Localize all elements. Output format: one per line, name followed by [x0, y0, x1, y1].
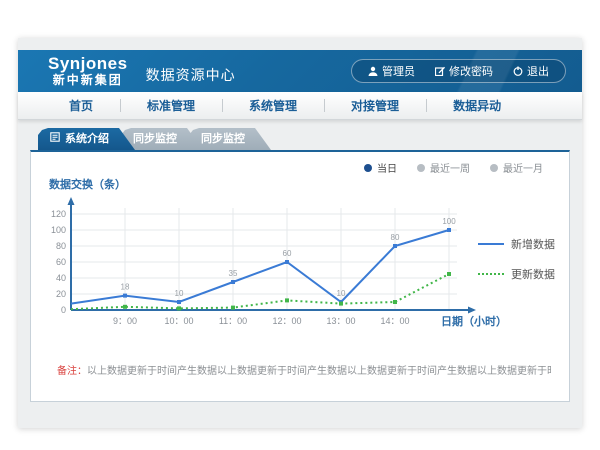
logo-brand-en: Synjones — [48, 55, 128, 74]
nav-item-interface-mgmt[interactable]: 对接管理 — [324, 97, 426, 114]
footnote: 备注：以上数据更新于时间产生数据以上数据更新于时间产生数据以上数据更新于时间产生… — [57, 362, 551, 377]
nav-item-data-change[interactable]: 数据异动 — [426, 97, 528, 114]
svg-text:0: 0 — [61, 305, 66, 315]
svg-text:60: 60 — [56, 257, 66, 267]
footnote-label: 备注： — [57, 366, 87, 377]
change-password-label: 修改密码 — [449, 63, 493, 79]
page-title: 数据资源中心 — [146, 65, 236, 85]
tab-label: 系统介绍 — [65, 128, 109, 150]
footnote-text: 以上数据更新于时间产生数据以上数据更新于时间产生数据以上数据更新于时间产生数据以… — [87, 366, 551, 377]
user-button[interactable]: 管理员 — [358, 63, 425, 79]
legend-item-new-data[interactable]: 新增数据 — [478, 236, 555, 252]
page: Synjones 新中新集团 数据资源中心 管理员 修改密码 退出 — [18, 38, 582, 428]
form-icon — [50, 128, 60, 150]
solid-line-icon — [478, 243, 504, 245]
content-area: 系统介绍 同步监控 同步监控 当日 最近一周 — [18, 120, 582, 402]
logout-label: 退出 — [527, 63, 549, 79]
svg-text:14：00: 14：00 — [380, 316, 409, 326]
tab-sync-monitor-1[interactable]: 同步监控 — [121, 128, 203, 150]
y-axis-title: 数据交换（条） — [49, 176, 126, 192]
svg-text:日期（小时）: 日期（小时） — [441, 314, 507, 328]
chart-panel: 当日 最近一周 最近一月 数据交换（条） 0 20 40 60 80 100 120 9：00… — [30, 150, 570, 402]
radio-today[interactable]: 当日 — [364, 160, 397, 175]
main-nav: 首页 标准管理 系统管理 对接管理 数据异动 — [18, 92, 582, 120]
tab-sync-monitor-2[interactable]: 同步监控 — [189, 128, 271, 150]
legend-label: 新增数据 — [511, 236, 555, 252]
radio-dot-icon — [490, 164, 498, 172]
radio-dot-icon — [364, 164, 372, 172]
user-icon — [368, 66, 378, 76]
svg-text:11：00: 11：00 — [219, 316, 247, 326]
svg-text:9：00: 9：00 — [113, 316, 137, 326]
legend-label: 更新数据 — [511, 266, 555, 282]
radio-label: 最近一周 — [430, 160, 470, 175]
tab-label: 同步监控 — [201, 133, 245, 145]
svg-text:10：00: 10：00 — [164, 316, 193, 326]
tab-label: 同步监控 — [133, 133, 177, 145]
dotted-line-icon — [478, 273, 504, 275]
svg-text:12：00: 12：00 — [272, 316, 301, 326]
svg-text:18: 18 — [121, 283, 130, 292]
nav-item-standard-mgmt[interactable]: 标准管理 — [120, 97, 222, 114]
tab-bar: 系统介绍 同步监控 同步监控 — [38, 128, 570, 150]
radio-last-week[interactable]: 最近一周 — [417, 160, 470, 175]
user-name-label: 管理员 — [382, 63, 415, 79]
radio-label: 最近一月 — [503, 160, 543, 175]
tab-system-intro[interactable]: 系统介绍 — [38, 128, 135, 150]
legend-item-update-data[interactable]: 更新数据 — [478, 266, 555, 282]
svg-text:80: 80 — [391, 233, 400, 242]
nav-item-home[interactable]: 首页 — [42, 97, 120, 114]
svg-text:80: 80 — [56, 241, 66, 251]
user-menu: 管理员 修改密码 退出 — [351, 59, 566, 83]
line-chart: 0 20 40 60 80 100 120 9：00 10：00 11：00 12：00 13：00 1… — [41, 194, 541, 344]
edit-icon — [435, 66, 445, 76]
app-header: Synjones 新中新集团 数据资源中心 管理员 修改密码 退出 — [18, 50, 582, 92]
svg-text:60: 60 — [283, 249, 292, 258]
nav-item-system-mgmt[interactable]: 系统管理 — [222, 97, 324, 114]
svg-text:100: 100 — [442, 217, 456, 226]
radio-last-month[interactable]: 最近一月 — [490, 160, 543, 175]
svg-text:20: 20 — [56, 289, 66, 299]
radio-dot-icon — [417, 164, 425, 172]
change-password-button[interactable]: 修改密码 — [425, 63, 503, 79]
svg-text:35: 35 — [229, 269, 238, 278]
svg-text:10: 10 — [175, 289, 184, 298]
svg-text:13：00: 13：00 — [326, 316, 355, 326]
svg-text:10: 10 — [337, 289, 346, 298]
logout-button[interactable]: 退出 — [503, 63, 559, 79]
chart-legend: 新增数据 更新数据 — [478, 236, 555, 282]
company-logo: Synjones 新中新集团 — [48, 55, 128, 87]
power-icon — [513, 66, 523, 76]
svg-text:40: 40 — [56, 273, 66, 283]
radio-label: 当日 — [377, 160, 397, 175]
svg-text:120: 120 — [51, 209, 66, 219]
logo-brand-cn: 新中新集团 — [48, 74, 128, 87]
svg-text:100: 100 — [51, 225, 66, 235]
time-range-filters: 当日 最近一周 最近一月 — [364, 160, 543, 175]
